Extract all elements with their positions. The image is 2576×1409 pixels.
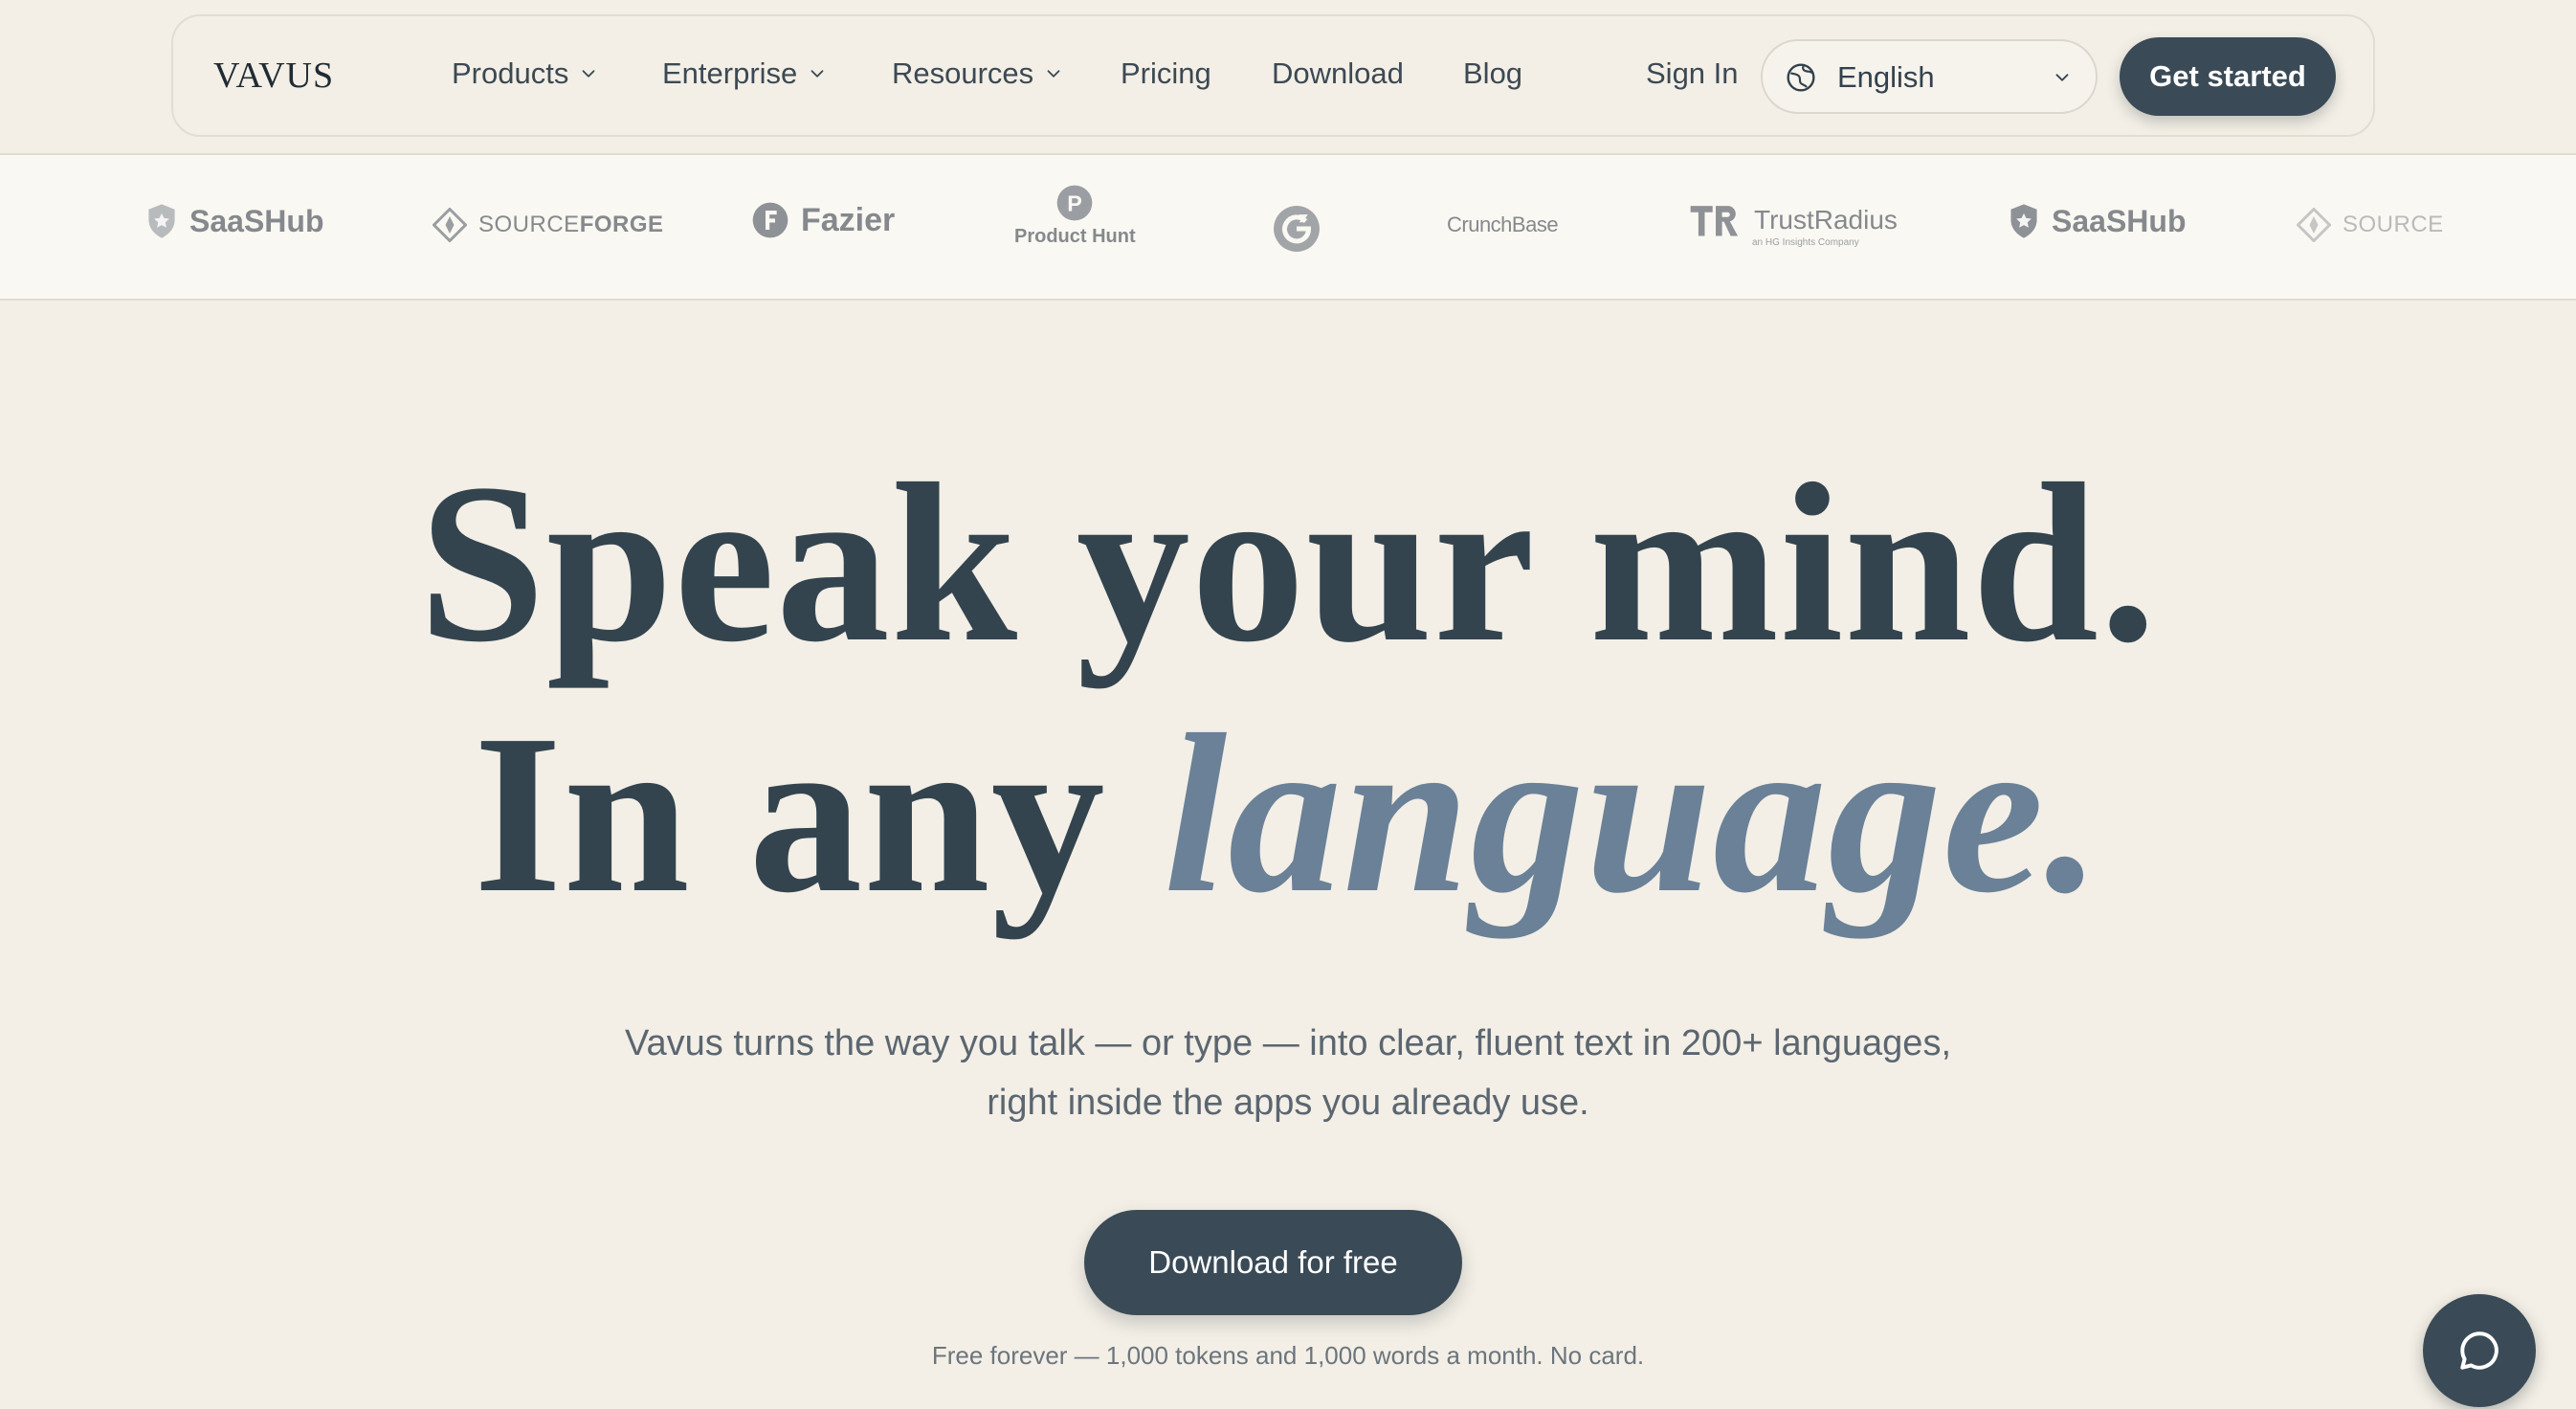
shield-star-icon <box>148 204 175 238</box>
hero-headline-line-2: In any language. <box>0 701 2576 928</box>
shield-star-icon <box>2010 204 2037 238</box>
chat-button[interactable] <box>2423 1294 2536 1407</box>
crunchbase-label: CrunchBase <box>1447 212 1559 236</box>
saashub-label: SaaSHub <box>2052 203 2187 238</box>
brand-logo[interactable]: VAVUS <box>213 55 334 97</box>
pricing-fine-print: Free forever — 1,000 tokens and 1,000 wo… <box>931 1341 1645 1370</box>
globe-icon <box>1787 63 1815 92</box>
chevron-down-icon <box>2055 74 2069 81</box>
trustradius-logo[interactable]: TrustRadius an HG Insights Company <box>1689 201 1898 248</box>
hero-headline-line-1: Speak your mind. <box>418 437 2158 689</box>
get-started-button[interactable]: Get started <box>2120 37 2336 116</box>
sourceforge-label: SOURCEFORGE <box>478 212 664 238</box>
saashub-logo[interactable]: SaaSHub <box>2008 203 2186 239</box>
diamond-icon <box>433 208 467 242</box>
sourceforge-label: SOURCE <box>2343 212 2444 237</box>
saashub-logo[interactable]: SaaSHub <box>145 203 323 239</box>
product-hunt-label: Product Hunt <box>1014 226 1136 247</box>
sign-in-link[interactable]: Sign In <box>1646 56 1739 91</box>
sourceforge-label-light: SOURCE <box>478 212 580 237</box>
g2-icon <box>1274 206 1320 252</box>
nav-enterprise-label: Enterprise <box>662 56 798 90</box>
nav-blog[interactable]: Blog <box>1463 56 1522 91</box>
nav-products-label: Products <box>452 56 569 90</box>
fazier-logo[interactable]: Fazier <box>751 201 895 239</box>
header: VAVUS Products Enterprise Resources Pric… <box>0 0 2576 153</box>
nav-products[interactable]: Products <box>452 56 599 91</box>
page: VAVUS Products Enterprise Resources Pric… <box>0 0 2576 1409</box>
chevron-down-icon <box>1047 70 1060 78</box>
hero-subtext-line-1: Vavus turns the way you talk — or type —… <box>624 1023 1952 1063</box>
trustradius-label: TrustRadius <box>1754 205 1898 235</box>
hero-subtext-line-2: right inside the apps you already use. <box>987 1083 1589 1123</box>
trustradius-sublabel: an HG Insights Company <box>1752 237 1859 248</box>
g2-logo[interactable] <box>1273 205 1321 253</box>
nav-enterprise[interactable]: Enterprise <box>662 56 828 91</box>
fazier-mark-icon <box>752 202 788 238</box>
language-label: English <box>1837 60 1935 94</box>
saashub-label: SaaSHub <box>189 203 324 238</box>
product-hunt-mark: P <box>1068 190 1083 215</box>
nav-download[interactable]: Download <box>1272 56 1404 91</box>
language-selector[interactable]: English <box>1761 39 2098 114</box>
fazier-label: Fazier <box>801 201 896 238</box>
sourceforge-logo[interactable]: SOURCE <box>2297 208 2444 242</box>
download-for-free-button[interactable]: Download for free <box>1084 1210 1462 1315</box>
top-nav: VAVUS Products Enterprise Resources Pric… <box>171 14 2375 137</box>
hero-headline-accent: language. <box>1164 688 2103 940</box>
chat-bubble-icon <box>2460 1331 2498 1370</box>
diamond-icon <box>2297 208 2331 242</box>
nav-pricing[interactable]: Pricing <box>1121 56 1211 91</box>
chevron-down-icon <box>582 70 595 78</box>
sourceforge-label-bold: FORGE <box>579 212 664 237</box>
crunchbase-logo[interactable]: CrunchBase <box>1447 212 1559 237</box>
trustradius-mark-icon <box>1690 206 1739 236</box>
nav-resources-label: Resources <box>892 56 1034 90</box>
chevron-down-icon <box>811 70 824 78</box>
product-hunt-icon: P <box>1056 185 1093 221</box>
hero-headline-plain: In any <box>473 688 1165 940</box>
review-sites-strip: SaaSHub SOURCEFORGE Fazier P Product Hun… <box>0 153 2576 301</box>
sourceforge-logo[interactable]: SOURCEFORGE <box>433 208 664 242</box>
nav-resources[interactable]: Resources <box>892 56 1064 91</box>
product-hunt-logo[interactable]: P Product Hunt <box>1014 184 1136 248</box>
